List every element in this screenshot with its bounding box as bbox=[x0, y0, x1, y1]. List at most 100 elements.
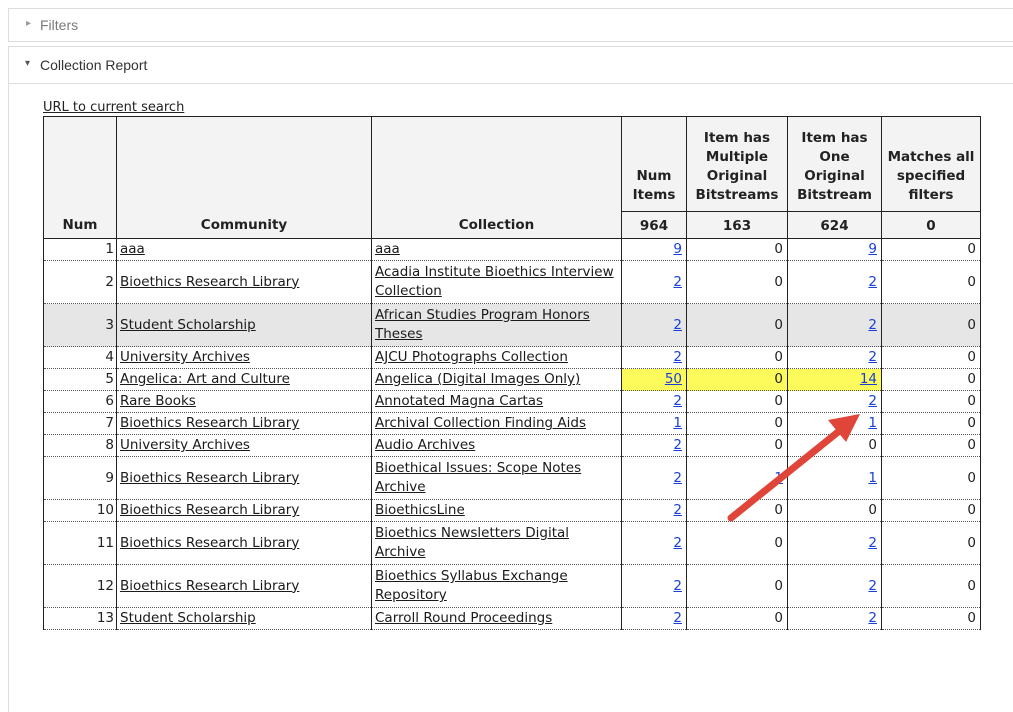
cell-one-cell: 2 bbox=[787, 346, 882, 369]
community-link[interactable]: Student Scholarship bbox=[120, 317, 256, 333]
community-link[interactable]: aaa bbox=[120, 241, 145, 257]
community-link[interactable]: Angelica: Art and Culture bbox=[120, 371, 290, 387]
collection-link[interactable]: Bioethics Newsletters Digital Archive bbox=[375, 525, 569, 560]
total-multiple-bitstreams: 163 bbox=[686, 211, 788, 239]
cell-num-cell: 6 bbox=[43, 390, 117, 413]
collection-cell: Audio Archives bbox=[371, 434, 622, 457]
multi-bitstream-link[interactable]: 1 bbox=[774, 470, 783, 486]
num-items-link[interactable]: 2 bbox=[673, 349, 682, 365]
community-link[interactable]: Bioethics Research Library bbox=[120, 415, 299, 431]
community-link[interactable]: Bioethics Research Library bbox=[120, 502, 299, 518]
collection-link[interactable]: Annotated Magna Cartas bbox=[375, 393, 543, 409]
cell-match-value: 0 bbox=[967, 577, 976, 594]
collection-link[interactable]: aaa bbox=[375, 241, 400, 257]
one-bitstream-link[interactable]: 2 bbox=[868, 535, 877, 551]
table-row: 3 Student Scholarship African Studies Prog… bbox=[43, 303, 981, 347]
num-items-link[interactable]: 2 bbox=[673, 578, 682, 594]
one-bitstream-link[interactable]: 2 bbox=[868, 578, 877, 594]
collection-report-table: Num Community Collection Num Items Item … bbox=[43, 116, 981, 630]
url-to-current-search-link[interactable]: URL to current search bbox=[43, 100, 184, 115]
cell-multi-cell: 0 bbox=[686, 390, 788, 413]
cell-match-value: 0 bbox=[967, 273, 976, 290]
header-num[interactable]: Num bbox=[43, 116, 117, 239]
num-items-link[interactable]: 2 bbox=[673, 610, 682, 626]
header-one-bitstream[interactable]: Item has One Original Bitstream bbox=[787, 116, 882, 212]
community-link[interactable]: Bioethics Research Library bbox=[120, 274, 299, 290]
cell-num-cell: 8 bbox=[43, 434, 117, 457]
community-link[interactable]: University Archives bbox=[120, 349, 250, 365]
cell-one-cell: 0 bbox=[787, 499, 882, 522]
one-bitstream-link[interactable]: 2 bbox=[868, 610, 877, 626]
cell-match-value: 0 bbox=[967, 534, 976, 551]
community-cell: Bioethics Research Library bbox=[116, 564, 372, 608]
num-items-cell: 2 bbox=[621, 521, 687, 565]
community-link[interactable]: Bioethics Research Library bbox=[120, 578, 299, 594]
table-row: 7 Bioethics Research Library Archival Coll… bbox=[43, 412, 981, 435]
filters-panel-toggle[interactable]: ▸ Filters bbox=[8, 8, 1013, 42]
header-num-items[interactable]: Num Items bbox=[621, 116, 687, 212]
cell-num-value: 12 bbox=[96, 577, 114, 594]
header-multiple-bitstreams[interactable]: Item has Multiple Original Bitstreams bbox=[686, 116, 788, 212]
num-items-link[interactable]: 2 bbox=[673, 274, 682, 290]
collection-link[interactable]: Carroll Round Proceedings bbox=[375, 610, 552, 626]
num-items-cell: 2 bbox=[621, 607, 687, 630]
total-num-items: 964 bbox=[621, 211, 687, 239]
collection-link[interactable]: Audio Archives bbox=[375, 437, 475, 453]
collection-report-toggle[interactable]: ▾ Collection Report bbox=[8, 46, 1013, 84]
collection-cell: aaa bbox=[371, 238, 622, 261]
community-link[interactable]: Rare Books bbox=[120, 393, 196, 409]
one-bitstream-link[interactable]: 9 bbox=[868, 241, 877, 257]
one-bitstream-link[interactable]: 2 bbox=[868, 349, 877, 365]
num-items-link[interactable]: 50 bbox=[665, 371, 682, 387]
community-link[interactable]: Bioethics Research Library bbox=[120, 535, 299, 551]
cell-multi-value: 0 bbox=[774, 577, 783, 594]
collection-link[interactable]: BioethicsLine bbox=[375, 502, 465, 518]
collection-link[interactable]: Bioethical Issues: Scope Notes Archive bbox=[375, 460, 581, 495]
one-bitstream-link[interactable]: 1 bbox=[868, 415, 877, 431]
community-link[interactable]: University Archives bbox=[120, 437, 250, 453]
cell-num-value: 13 bbox=[96, 610, 114, 626]
cell-match-cell: 0 bbox=[881, 390, 981, 413]
collection-link[interactable]: African Studies Program Honors Theses bbox=[375, 307, 590, 342]
header-collection[interactable]: Collection bbox=[371, 116, 622, 239]
one-bitstream-link[interactable]: 2 bbox=[868, 393, 877, 409]
one-bitstream-link[interactable]: 14 bbox=[860, 371, 877, 387]
collection-link[interactable]: Angelica (Digital Images Only) bbox=[375, 371, 580, 387]
cell-match-value: 0 bbox=[967, 316, 976, 333]
cell-multi-cell: 0 bbox=[686, 346, 788, 369]
cell-multi-value: 0 bbox=[774, 349, 783, 365]
num-items-link[interactable]: 9 bbox=[673, 241, 682, 257]
collection-link[interactable]: AJCU Photographs Collection bbox=[375, 349, 568, 365]
collection-link[interactable]: Bioethics Syllabus Exchange Repository bbox=[375, 568, 568, 603]
num-items-link[interactable]: 2 bbox=[673, 470, 682, 486]
table-row: 1 aaa aaa 9 0 9 0 bbox=[43, 238, 981, 261]
one-bitstream-link[interactable]: 2 bbox=[868, 317, 877, 333]
cell-one-cell: 2 bbox=[787, 260, 882, 304]
cell-multi-cell: 0 bbox=[686, 564, 788, 608]
header-matches-filters[interactable]: Matches all specified filters bbox=[881, 116, 981, 212]
one-bitstream-link[interactable]: 2 bbox=[868, 274, 877, 290]
collection-cell: Bioethical Issues: Scope Notes Archive bbox=[371, 456, 622, 500]
collection-cell: Archival Collection Finding Aids bbox=[371, 412, 622, 435]
num-items-link[interactable]: 2 bbox=[673, 502, 682, 518]
cell-one-cell: 2 bbox=[787, 390, 882, 413]
cell-num-cell: 2 bbox=[43, 260, 117, 304]
community-link[interactable]: Bioethics Research Library bbox=[120, 470, 299, 486]
cell-one-value: 0 bbox=[868, 502, 877, 518]
num-items-link[interactable]: 2 bbox=[673, 437, 682, 453]
community-cell: Bioethics Research Library bbox=[116, 456, 372, 500]
num-items-link[interactable]: 2 bbox=[673, 317, 682, 333]
num-items-link[interactable]: 2 bbox=[673, 535, 682, 551]
collection-link[interactable]: Acadia Institute Bioethics Interview Col… bbox=[375, 264, 614, 299]
header-community[interactable]: Community bbox=[116, 116, 372, 239]
community-link[interactable]: Student Scholarship bbox=[120, 610, 256, 626]
one-bitstream-link[interactable]: 1 bbox=[868, 470, 877, 486]
collection-cell: AJCU Photographs Collection bbox=[371, 346, 622, 369]
cell-match-value: 0 bbox=[967, 502, 976, 518]
cell-num-cell: 3 bbox=[43, 303, 117, 347]
cell-match-cell: 0 bbox=[881, 607, 981, 630]
num-items-link[interactable]: 2 bbox=[673, 393, 682, 409]
collection-link[interactable]: Archival Collection Finding Aids bbox=[375, 415, 586, 431]
num-items-link[interactable]: 1 bbox=[673, 415, 682, 431]
cell-match-value: 0 bbox=[967, 610, 976, 626]
